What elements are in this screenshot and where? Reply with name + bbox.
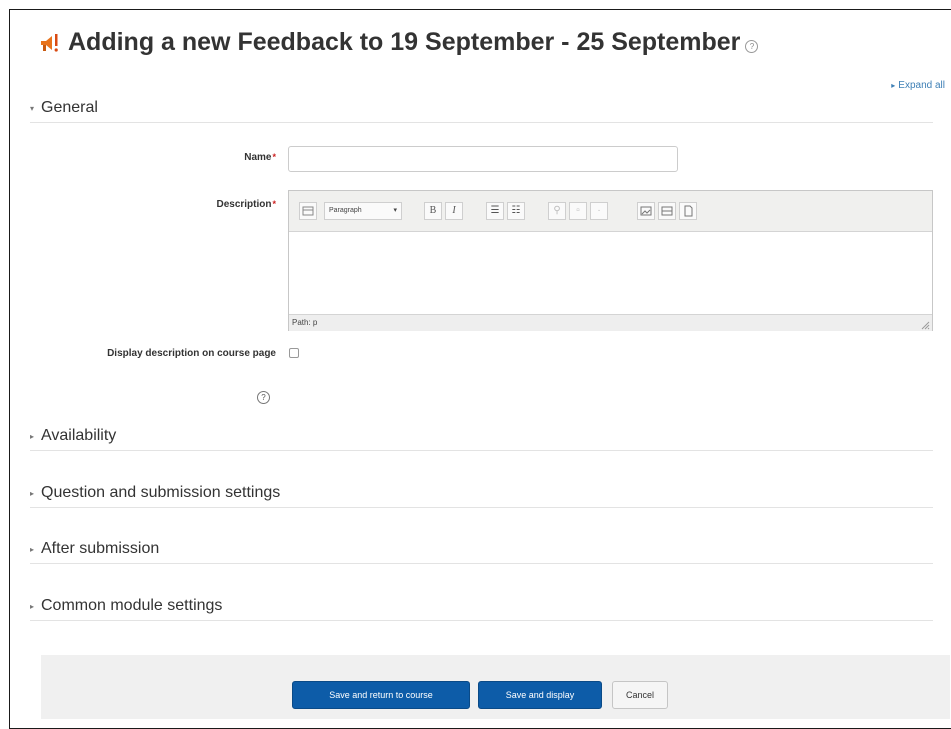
cancel-button[interactable]: Cancel (612, 681, 668, 709)
caret-right-icon: ▸ (30, 601, 35, 611)
caret-right-icon: ▸ (30, 488, 35, 498)
expand-all-link[interactable]: ▸ Expand all (891, 80, 945, 91)
name-label-text: Name (244, 152, 272, 163)
section-general-label: General (41, 99, 98, 116)
resize-grip-icon[interactable] (921, 321, 930, 330)
format-select[interactable]: Paragraph ▾ (324, 202, 402, 220)
ordered-list-icon[interactable]: ☷ (507, 202, 525, 220)
display-description-checkbox[interactable] (289, 348, 299, 358)
required-marker: * (272, 199, 276, 209)
save-return-button[interactable]: Save and return to course (292, 681, 470, 709)
section-after-submission-label: After submission (41, 540, 160, 557)
expand-all-label: Expand all (898, 80, 945, 91)
bold-icon[interactable]: B (424, 202, 442, 220)
manage-files-icon[interactable] (679, 202, 697, 220)
caret-right-icon: ▸ (30, 544, 35, 554)
section-common-module-label: Common module settings (41, 597, 223, 614)
editor-toolbar: Paragraph ▾ B I ☰ ☷ ⚲ ▫ · (289, 191, 932, 232)
save-display-button[interactable]: Save and display (478, 681, 602, 709)
unordered-list-icon[interactable]: ☰ (486, 202, 504, 220)
chevron-down-icon: ▾ (393, 207, 397, 214)
feedback-megaphone-icon (41, 33, 58, 52)
link-icon[interactable]: ⚲ (548, 202, 566, 220)
triangle-right-icon: ▸ (891, 81, 896, 90)
help-icon[interactable]: ? (257, 391, 270, 404)
section-after-submission[interactable]: ▸ After submission (30, 535, 933, 564)
section-general[interactable]: ▾ General (30, 94, 933, 123)
help-icon[interactable]: ? (745, 40, 759, 53)
caret-down-icon: ▾ (30, 103, 35, 113)
name-input[interactable] (288, 146, 678, 172)
section-common-module[interactable]: ▸ Common module settings (30, 592, 933, 621)
format-select-value: Paragraph (329, 207, 362, 214)
section-availability-label: Availability (41, 427, 117, 444)
name-label: Name* (190, 152, 276, 163)
editor-path: Path: p (292, 318, 318, 327)
page-title: Adding a new Feedback to 19 September - … (68, 28, 741, 56)
required-marker: * (272, 152, 276, 162)
unlink-icon[interactable]: ▫ (569, 202, 587, 220)
caret-right-icon: ▸ (30, 431, 35, 441)
description-editor: Paragraph ▾ B I ☰ ☷ ⚲ ▫ · Path: p (288, 190, 933, 331)
toggle-toolbar-icon[interactable] (299, 202, 317, 220)
italic-icon[interactable]: I (445, 202, 463, 220)
section-question-submission[interactable]: ▸ Question and submission settings (30, 479, 933, 508)
description-label-text: Description (216, 199, 272, 210)
section-availability[interactable]: ▸ Availability (30, 422, 933, 451)
description-textarea[interactable] (289, 232, 932, 314)
emoticon-icon[interactable]: · (590, 202, 608, 220)
section-question-submission-label: Question and submission settings (41, 484, 281, 501)
description-label: Description* (150, 199, 276, 210)
page-header: Adding a new Feedback to 19 September - … (38, 28, 759, 57)
image-icon[interactable] (637, 202, 655, 220)
display-description-label: Display description on course page (107, 348, 276, 359)
media-icon[interactable] (658, 202, 676, 220)
editor-status-bar: Path: p (289, 314, 932, 331)
